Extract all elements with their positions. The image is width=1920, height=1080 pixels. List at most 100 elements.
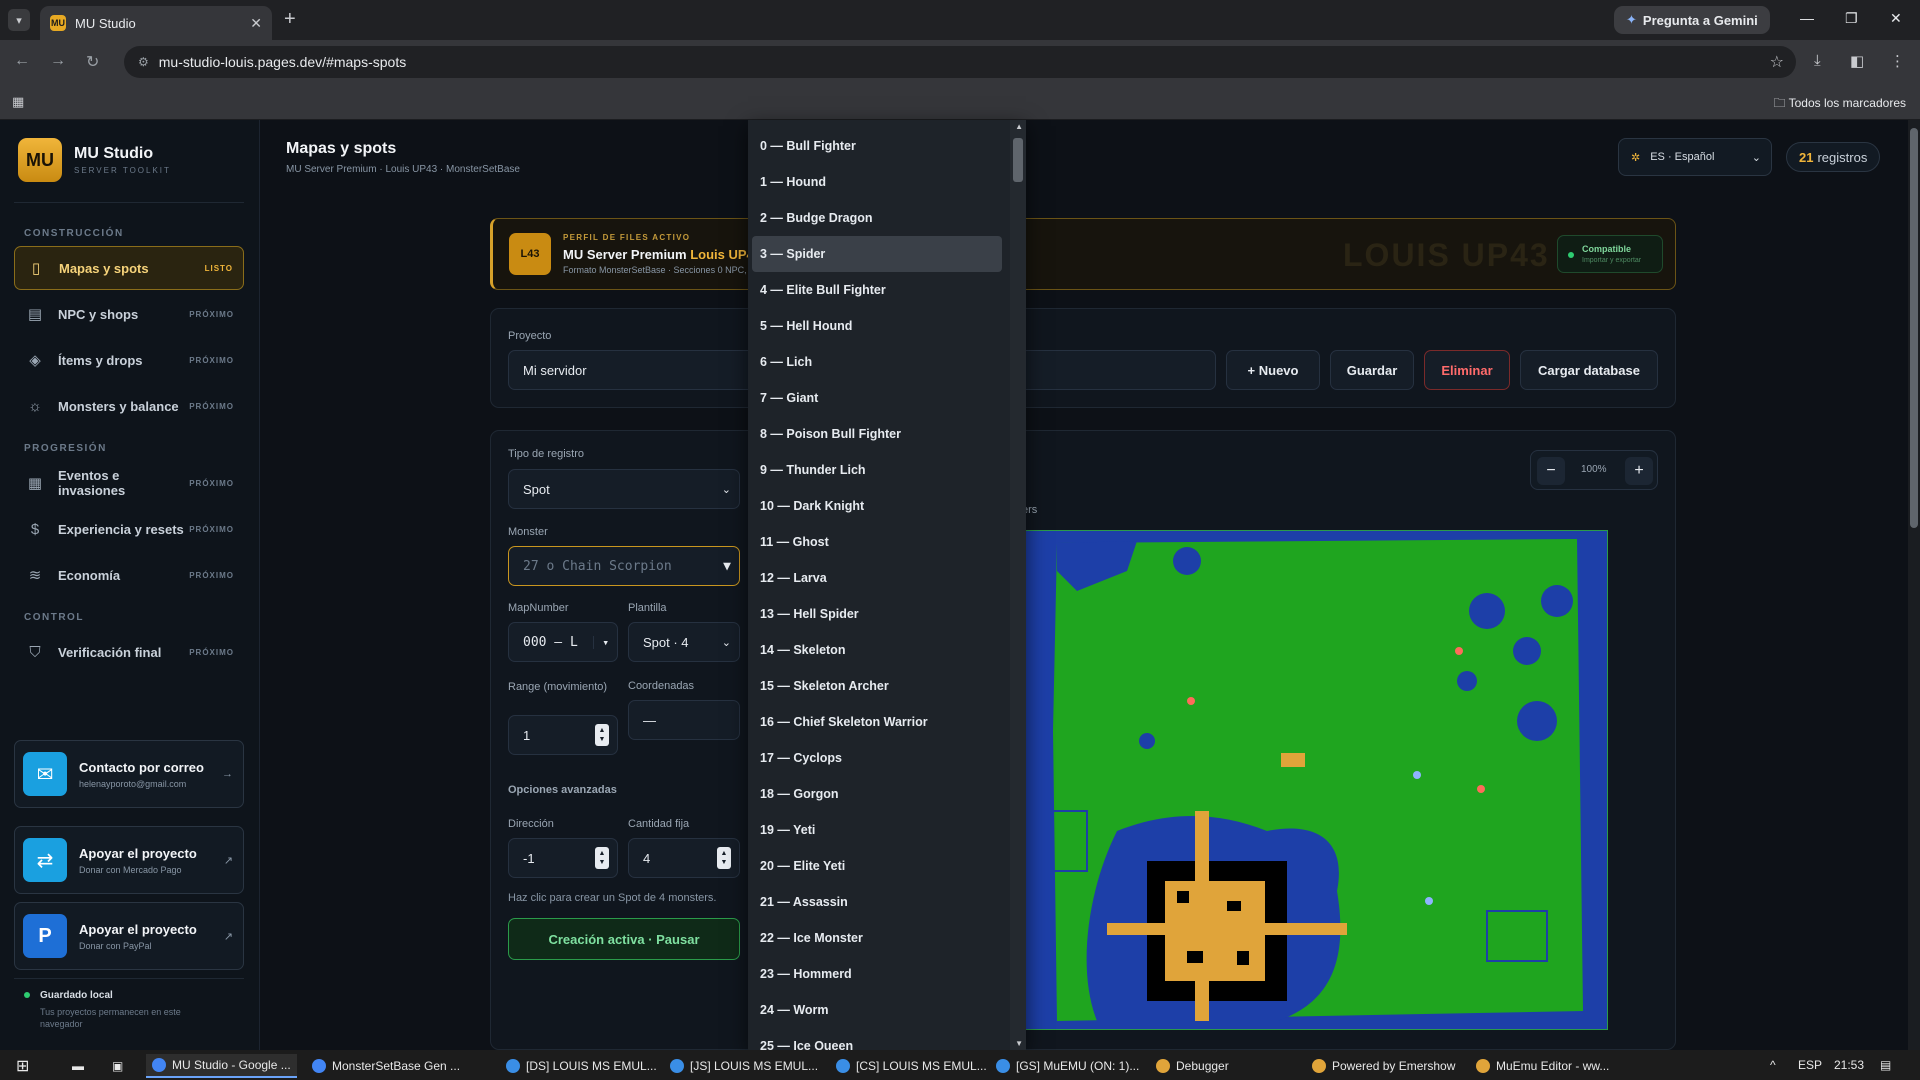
mapnumber-select[interactable]: 000 — L ▾ xyxy=(508,622,618,662)
page-scrollbar[interactable] xyxy=(1908,120,1920,1050)
notification-icon[interactable]: ▤ xyxy=(1880,1058,1891,1072)
gemini-button[interactable]: ✦ Pregunta a Gemini xyxy=(1614,6,1770,34)
create-toggle-button[interactable]: Creación activa · Pausar xyxy=(508,918,740,960)
language-select[interactable]: ✲ ES · Español ⌄ xyxy=(1618,138,1772,176)
dropdown-option[interactable]: 13 — Hell Spider xyxy=(752,596,1002,632)
caret-down-icon[interactable]: ▼ xyxy=(723,559,731,574)
download-icon[interactable]: ⤓ xyxy=(1814,52,1821,69)
sidebar-item-economia[interactable]: ≋ Economía PRÓXIMO xyxy=(14,553,244,597)
taskbar-app[interactable]: [GS] MuEMU (ON: 1)... xyxy=(990,1054,1145,1078)
monster-dropdown[interactable]: ▲ ▼ 0 — Bull Fighter 1 — Hound 2 — Budge D… xyxy=(748,120,1026,1053)
scroll-up-icon[interactable]: ▲ xyxy=(1015,122,1023,131)
paypal-card[interactable]: P Apoyar el proyecto Donar con PayPal ↗ xyxy=(14,902,244,970)
dropdown-option[interactable]: 0 — Bull Fighter xyxy=(752,128,1002,164)
dropdown-option[interactable]: 9 — Thunder Lich xyxy=(752,452,1002,488)
taskbar-app[interactable]: MonsterSetBase Gen ... xyxy=(306,1054,466,1078)
dropdown-option[interactable]: 24 — Worm xyxy=(752,992,1002,1028)
taskbar-app[interactable]: MU Studio - Google ... xyxy=(146,1054,297,1078)
delete-button[interactable]: Eliminar xyxy=(1424,350,1510,390)
taskbar-app[interactable]: MuEmu Editor - ww... xyxy=(1470,1054,1615,1078)
map-canvas[interactable] xyxy=(1016,530,1608,1030)
dropdown-option[interactable]: 14 — Skeleton xyxy=(752,632,1002,668)
dropdown-option[interactable]: 7 — Giant xyxy=(752,380,1002,416)
dropdown-option[interactable]: 8 — Poison Bull Fighter xyxy=(752,416,1002,452)
dropdown-scrollbar[interactable]: ▲ ▼ xyxy=(1010,120,1026,1050)
new-tab-icon[interactable]: + xyxy=(284,8,296,31)
menu-dots-icon[interactable]: ⋮ xyxy=(1890,52,1905,70)
sidebar-item-experiencia[interactable]: $ Experiencia y resets PRÓXIMO xyxy=(14,507,244,551)
range-input[interactable]: 1 ▲ ▼ xyxy=(508,715,618,755)
direccion-input[interactable]: -1 ▲ ▼ xyxy=(508,838,618,878)
tipo-select[interactable]: Spot ⌄ xyxy=(508,469,740,509)
dropdown-option[interactable]: 3 — Spider xyxy=(752,236,1002,272)
site-info-icon[interactable]: ⚙ xyxy=(138,55,149,69)
store-icon[interactable]: ▣ xyxy=(106,1054,129,1078)
monster-input[interactable]: 27 o Chain Scorpion ▼ xyxy=(508,546,740,586)
dropdown-option[interactable]: 5 — Hell Hound xyxy=(752,308,1002,344)
load-database-button[interactable]: Cargar database xyxy=(1520,350,1658,390)
sidebar-item-verificacion[interactable]: ⛉ Verificación final PRÓXIMO xyxy=(14,630,244,674)
stepper-icon[interactable]: ▲ ▼ xyxy=(717,847,731,869)
back-icon[interactable]: ← xyxy=(14,52,30,70)
new-button[interactable]: + Nuevo xyxy=(1226,350,1320,390)
scroll-down-icon[interactable]: ▼ xyxy=(1015,1039,1023,1048)
file-explorer-icon[interactable]: ▬ xyxy=(66,1054,90,1078)
dropdown-option[interactable]: 6 — Lich xyxy=(752,344,1002,380)
minimize-icon[interactable]: — xyxy=(1800,10,1814,26)
dropdown-option[interactable]: 23 — Hommerd xyxy=(752,956,1002,992)
taskbar-app[interactable]: Powered by Emershow xyxy=(1306,1054,1461,1078)
dropdown-option[interactable]: 18 — Gorgon xyxy=(752,776,1002,812)
extensions-icon[interactable]: ◧ xyxy=(1850,52,1864,70)
close-tab-icon[interactable]: ✕ xyxy=(250,15,262,32)
dropdown-option[interactable]: 15 — Skeleton Archer xyxy=(752,668,1002,704)
all-bookmarks[interactable]: 🗀 Todos los marcadores xyxy=(1773,94,1906,115)
reload-icon[interactable]: ↻ xyxy=(86,52,99,72)
browser-tab[interactable]: MU MU Studio ✕ xyxy=(40,6,272,40)
taskbar-app[interactable]: [CS] LOUIS MS EMUL... xyxy=(830,1054,993,1078)
sidebar-item-mapas[interactable]: ▯ Mapas y spots LISTO xyxy=(14,246,244,290)
dropdown-option[interactable]: 22 — Ice Monster xyxy=(752,920,1002,956)
windows-start-icon[interactable]: ⊞ xyxy=(10,1054,35,1078)
dropdown-option[interactable]: 11 — Ghost xyxy=(752,524,1002,560)
restore-icon[interactable]: ❐ xyxy=(1845,10,1858,27)
stepper-icon[interactable]: ▲ ▼ xyxy=(595,847,609,869)
dropdown-option[interactable]: 1 — Hound xyxy=(752,164,1002,200)
tray-lang[interactable]: ESP xyxy=(1798,1058,1822,1072)
dropdown-option[interactable]: 4 — Elite Bull Fighter xyxy=(752,272,1002,308)
page-scroll-thumb[interactable] xyxy=(1910,128,1918,528)
zoom-in-button[interactable]: + xyxy=(1625,457,1653,485)
contact-card[interactable]: ✉ Contacto por correo helenayporoto@gmai… xyxy=(14,740,244,808)
tray-chevron-icon[interactable]: ^ xyxy=(1770,1058,1776,1072)
dropdown-option[interactable]: 19 — Yeti xyxy=(752,812,1002,848)
scroll-thumb[interactable] xyxy=(1013,138,1023,182)
dropdown-option[interactable]: 17 — Cyclops xyxy=(752,740,1002,776)
bookmark-star-icon[interactable]: ☆ xyxy=(1770,52,1784,72)
dropdown-option[interactable]: 10 — Dark Knight xyxy=(752,488,1002,524)
close-window-icon[interactable]: ✕ xyxy=(1890,10,1902,27)
map-svg[interactable] xyxy=(1017,531,1608,1030)
dropdown-option[interactable]: 12 — Larva xyxy=(752,560,1002,596)
mercadopago-card[interactable]: ⇄ Apoyar el proyecto Donar con Mercado P… xyxy=(14,826,244,894)
sidebar-item-monsters[interactable]: ☼ Monsters y balance PRÓXIMO xyxy=(14,384,244,428)
forward-icon[interactable]: → xyxy=(50,52,66,70)
zoom-out-button[interactable]: − xyxy=(1537,457,1565,485)
sidebar-item-npc[interactable]: ▤ NPC y shops PRÓXIMO xyxy=(14,292,244,336)
taskbar-app[interactable]: [JS] LOUIS MS EMUL... xyxy=(664,1054,824,1078)
taskbar-app-label: MU Studio - Google ... xyxy=(172,1058,291,1072)
stepper-icon[interactable]: ▲ ▼ xyxy=(595,724,609,746)
tab-search-icon[interactable]: ▾ xyxy=(8,9,30,31)
plantilla-select[interactable]: Spot · 4 ⌄ xyxy=(628,622,740,662)
dropdown-option[interactable]: 21 — Assassin xyxy=(752,884,1002,920)
sidebar-item-items[interactable]: ◈ Ítems y drops PRÓXIMO xyxy=(14,338,244,382)
taskbar-app[interactable]: Debugger xyxy=(1150,1054,1235,1078)
apps-grid-icon[interactable]: ▦ xyxy=(12,94,24,110)
taskbar-app[interactable]: [DS] LOUIS MS EMUL... xyxy=(500,1054,663,1078)
omnibox[interactable]: ⚙ mu-studio-louis.pages.dev/#maps-spots … xyxy=(124,46,1796,78)
sidebar-item-eventos[interactable]: ▦ Eventos e invasiones PRÓXIMO xyxy=(14,461,244,505)
save-button[interactable]: Guardar xyxy=(1330,350,1414,390)
dropdown-option[interactable]: 20 — Elite Yeti xyxy=(752,848,1002,884)
dropdown-option[interactable]: 16 — Chief Skeleton Warrior xyxy=(752,704,1002,740)
dropdown-option[interactable]: 2 — Budge Dragon xyxy=(752,200,1002,236)
cantidad-input[interactable]: 4 ▲ ▼ xyxy=(628,838,740,878)
tray-time[interactable]: 21:53 xyxy=(1834,1058,1864,1072)
